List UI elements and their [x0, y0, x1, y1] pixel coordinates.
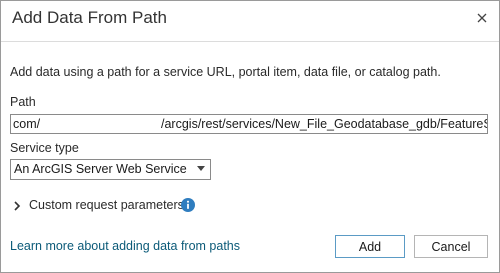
add-button[interactable]: Add: [335, 235, 405, 258]
path-value-start: com/: [13, 117, 41, 131]
info-icon[interactable]: [181, 198, 195, 212]
learn-more-link[interactable]: Learn more about adding data from paths: [10, 239, 240, 253]
service-type-label: Service type: [10, 141, 79, 155]
title-bar: Add Data From Path: [1, 1, 499, 41]
redacted-segment: [67, 116, 159, 132]
path-label: Path: [10, 95, 36, 109]
dialog-title: Add Data From Path: [12, 8, 167, 27]
close-button[interactable]: [471, 7, 493, 29]
cancel-button[interactable]: Cancel: [414, 235, 488, 258]
chevron-down-icon: [197, 166, 205, 171]
service-type-value: An ArcGIS Server Web Service: [14, 162, 187, 176]
chevron-right-icon: [14, 201, 21, 211]
service-type-select[interactable]: An ArcGIS Server Web Service: [10, 159, 211, 180]
add-data-from-path-dialog: Add Data From Path Add data using a path…: [0, 0, 500, 273]
custom-request-parameters-label: Custom request parameters: [29, 198, 184, 212]
title-divider: [1, 41, 499, 42]
close-icon: [477, 13, 487, 23]
path-value-end: /arcgis/rest/services/New_File_Geodataba…: [161, 117, 488, 131]
dialog-description: Add data using a path for a service URL,…: [10, 65, 441, 79]
path-input[interactable]: com/ /arcgis/rest/services/New_File_Geod…: [10, 114, 488, 134]
